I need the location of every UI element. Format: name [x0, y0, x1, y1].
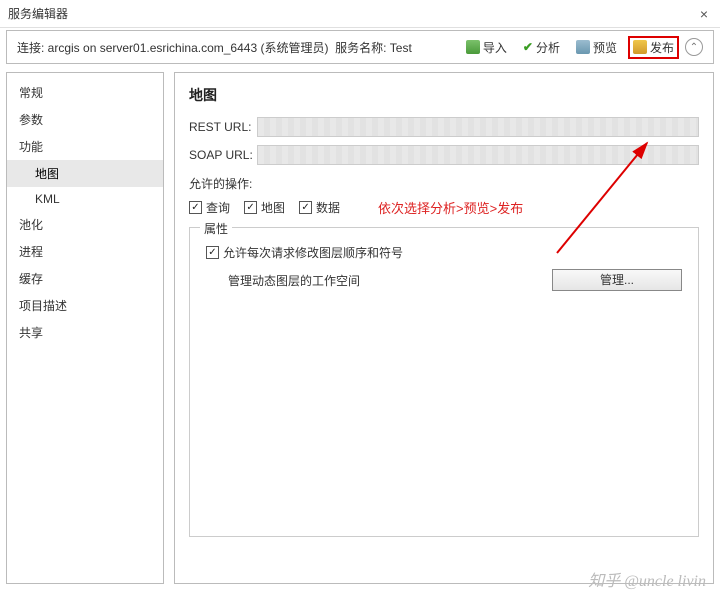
- service-name-value: Test: [390, 41, 412, 55]
- connection-prefix: 连接:: [17, 41, 48, 55]
- collapse-button[interactable]: ⌃: [685, 38, 703, 56]
- annotation-text: 依次选择分析>预览>发布: [378, 198, 523, 217]
- allowed-ops-checks: ✓ 查询 ✓ 地图 ✓ 数据 依次选择分析>预览>发布: [189, 198, 699, 217]
- checkbox-icon: ✓: [189, 201, 202, 214]
- window-title: 服务编辑器: [8, 5, 696, 22]
- checkbox-icon: ✓: [244, 201, 257, 214]
- preview-label: 预览: [593, 39, 617, 56]
- connection-value: arcgis on server01.esrichina.com_6443 (系…: [48, 41, 329, 55]
- soap-url-row: SOAP URL:: [189, 145, 699, 165]
- publish-button[interactable]: 发布: [628, 36, 679, 59]
- check-data-label: 数据: [316, 199, 340, 216]
- fieldset-legend: 属性: [200, 220, 232, 237]
- rest-url-label: REST URL:: [189, 120, 257, 134]
- check-map-label: 地图: [261, 199, 285, 216]
- analyze-button[interactable]: ✔分析: [518, 37, 565, 58]
- manage-workspace-row: 管理动态图层的工作空间 管理...: [206, 269, 682, 291]
- import-label: 导入: [483, 39, 507, 56]
- watermark: 知乎 @uncle livin: [588, 567, 706, 591]
- checkbox-icon: ✓: [299, 201, 312, 214]
- check-data[interactable]: ✓ 数据: [299, 199, 340, 216]
- rest-url-field[interactable]: [257, 117, 699, 137]
- manage-workspace-label: 管理动态图层的工作空间: [228, 272, 360, 289]
- body-container: 常规 参数 功能 地图 KML 池化 进程 缓存 项目描述 共享 地图 REST…: [6, 72, 714, 584]
- checkbox-icon: ✓: [206, 246, 219, 259]
- allow-reorder-label: 允许每次请求修改图层顺序和符号: [223, 244, 403, 261]
- sidebar-item-processes[interactable]: 进程: [7, 238, 163, 265]
- publish-label: 发布: [650, 39, 674, 56]
- properties-fieldset: 属性 ✓允许每次请求修改图层顺序和符号 管理动态图层的工作空间 管理...: [189, 227, 699, 537]
- preview-button[interactable]: 预览: [571, 37, 622, 58]
- close-icon[interactable]: ×: [696, 6, 712, 22]
- sidebar-item-parameters[interactable]: 参数: [7, 106, 163, 133]
- publish-icon: [633, 40, 647, 54]
- import-button[interactable]: 导入: [461, 37, 512, 58]
- sidebar-item-map[interactable]: 地图: [7, 160, 163, 187]
- toolbar: 连接: arcgis on server01.esrichina.com_644…: [6, 30, 714, 64]
- sidebar-item-sharing[interactable]: 共享: [7, 319, 163, 346]
- check-map[interactable]: ✓ 地图: [244, 199, 285, 216]
- title-bar: 服务编辑器 ×: [0, 0, 720, 28]
- sidebar-item-capabilities[interactable]: 功能: [7, 133, 163, 160]
- allowed-ops-label: 允许的操作:: [189, 175, 699, 192]
- check-allow-reorder[interactable]: ✓ 允许每次请求修改图层顺序和符号: [206, 244, 403, 261]
- sidebar-item-description[interactable]: 项目描述: [7, 292, 163, 319]
- content-panel: 地图 REST URL: SOAP URL: 允许的操作: ✓ 查询 ✓ 地图 ✓ 数…: [174, 72, 714, 584]
- soap-url-field[interactable]: [257, 145, 699, 165]
- content-heading: 地图: [189, 85, 699, 105]
- manage-button[interactable]: 管理...: [552, 269, 682, 291]
- sidebar-item-general[interactable]: 常规: [7, 79, 163, 106]
- preview-icon: [576, 40, 590, 54]
- check-icon: ✔: [523, 40, 533, 54]
- connection-info: 连接: arcgis on server01.esrichina.com_644…: [17, 39, 455, 56]
- allow-reorder-row: ✓ 允许每次请求修改图层顺序和符号: [206, 244, 682, 261]
- analyze-label: 分析: [536, 39, 560, 56]
- check-query[interactable]: ✓ 查询: [189, 199, 230, 216]
- sidebar-item-kml[interactable]: KML: [7, 187, 163, 211]
- sidebar-item-caching[interactable]: 缓存: [7, 265, 163, 292]
- sidebar-item-pooling[interactable]: 池化: [7, 211, 163, 238]
- rest-url-row: REST URL:: [189, 117, 699, 137]
- soap-url-label: SOAP URL:: [189, 148, 257, 162]
- check-query-label: 查询: [206, 199, 230, 216]
- sidebar: 常规 参数 功能 地图 KML 池化 进程 缓存 项目描述 共享: [6, 72, 164, 584]
- import-icon: [466, 40, 480, 54]
- service-name-prefix: 服务名称:: [335, 41, 390, 55]
